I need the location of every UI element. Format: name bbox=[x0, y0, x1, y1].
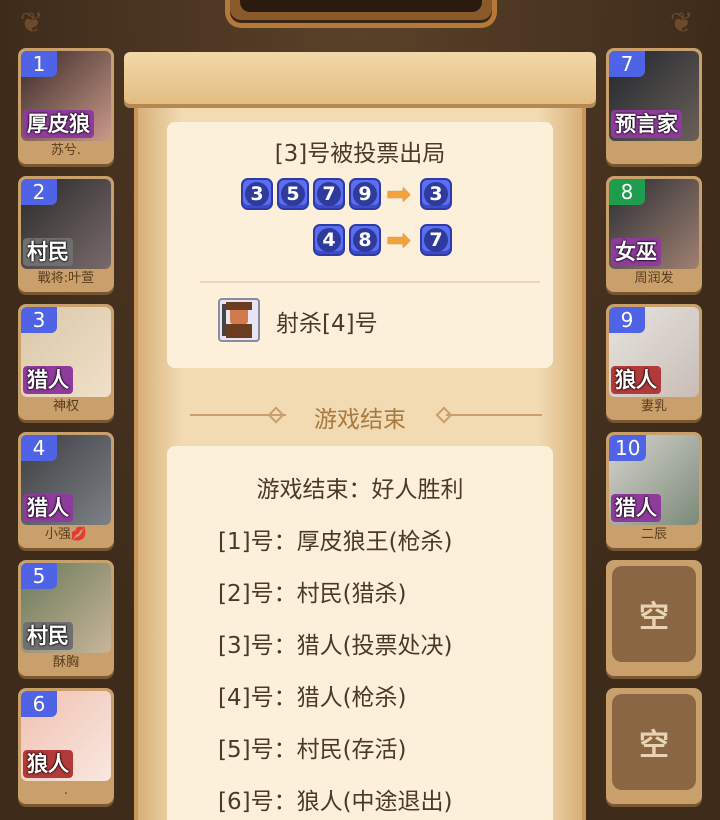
seat-number: 2 bbox=[21, 179, 57, 205]
hunter-icon bbox=[218, 298, 260, 342]
player-seat-2[interactable]: 2 村民 戰将:叶萱 bbox=[18, 176, 114, 292]
seat-number: 9 bbox=[609, 307, 645, 333]
player-nickname: 小强💋 bbox=[44, 527, 88, 542]
vote-title: [3]号被投票出局 bbox=[274, 141, 446, 167]
voter-badge: 3 bbox=[241, 178, 273, 210]
player-nickname: 戰将:叶萱 bbox=[37, 271, 95, 286]
player-seat-6[interactable]: 6 狼人 . bbox=[18, 688, 114, 804]
role-badge: 村民 bbox=[23, 622, 73, 650]
player-seat-5[interactable]: 5 村民 酥胸 bbox=[18, 560, 114, 676]
player-nickname: 酥胸 bbox=[52, 655, 79, 670]
empty-seat-12[interactable]: 空 bbox=[606, 688, 702, 804]
seat-number: 10 bbox=[609, 435, 647, 461]
top-banner-frame bbox=[225, 0, 497, 28]
vote-target-badge: 7 bbox=[420, 224, 452, 256]
empty-seat-label: 空 bbox=[612, 566, 696, 662]
result-line: [5]号：村民(存活) bbox=[218, 737, 407, 763]
voter-badge: 8 bbox=[349, 224, 381, 256]
result-title: 游戏结束：好人胜利 bbox=[256, 477, 464, 503]
seat-number: 5 bbox=[21, 563, 57, 589]
seat-number: 8 bbox=[609, 179, 645, 205]
result-line: [1]号：厚皮狼王(枪杀) bbox=[218, 529, 453, 555]
role-badge: 女巫 bbox=[611, 238, 661, 266]
result-line: [6]号：狼人(中途退出) bbox=[218, 789, 453, 815]
role-badge: 狼人 bbox=[23, 750, 73, 778]
game-over-header: 游戏结束 bbox=[314, 407, 406, 433]
voter-badge: 4 bbox=[313, 224, 345, 256]
empty-seat-11[interactable]: 空 bbox=[606, 560, 702, 676]
seat-number: 6 bbox=[21, 691, 57, 717]
arrow-right-icon: ➡ bbox=[386, 223, 412, 258]
card-divider bbox=[200, 281, 540, 283]
role-badge: 村民 bbox=[23, 238, 73, 266]
player-seat-8[interactable]: 8 女巫 周润发 bbox=[606, 176, 702, 292]
result-line: [3]号：猎人(投票处决) bbox=[218, 633, 453, 659]
scroll-roll-top bbox=[124, 52, 596, 104]
player-nickname: 周润发 bbox=[634, 271, 674, 286]
result-line: [4]号：猎人(枪杀) bbox=[218, 685, 407, 711]
corner-ornament-left: ❦ bbox=[20, 6, 44, 39]
result-line: [2]号：村民(猎杀) bbox=[218, 581, 407, 607]
vote-target-badge: 3 bbox=[420, 178, 452, 210]
seat-number: 1 bbox=[21, 51, 57, 77]
player-nickname: . bbox=[63, 783, 69, 798]
voter-badge: 5 bbox=[277, 178, 309, 210]
role-badge: 狼人 bbox=[611, 366, 661, 394]
voter-badge: 7 bbox=[313, 178, 345, 210]
player-nickname: 二辰 bbox=[640, 527, 667, 542]
arrow-right-icon: ➡ bbox=[386, 177, 412, 212]
ornament-line-right bbox=[446, 414, 542, 416]
empty-seat-label: 空 bbox=[612, 694, 696, 790]
hunter-shoot-text: 射杀[4]号 bbox=[276, 311, 378, 337]
seat-number: 3 bbox=[21, 307, 57, 333]
seat-number: 4 bbox=[21, 435, 57, 461]
seat-number: 7 bbox=[609, 51, 645, 77]
corner-ornament-right: ❦ bbox=[670, 6, 694, 39]
role-badge: 猎人 bbox=[23, 366, 73, 394]
voter-badge: 9 bbox=[349, 178, 381, 210]
